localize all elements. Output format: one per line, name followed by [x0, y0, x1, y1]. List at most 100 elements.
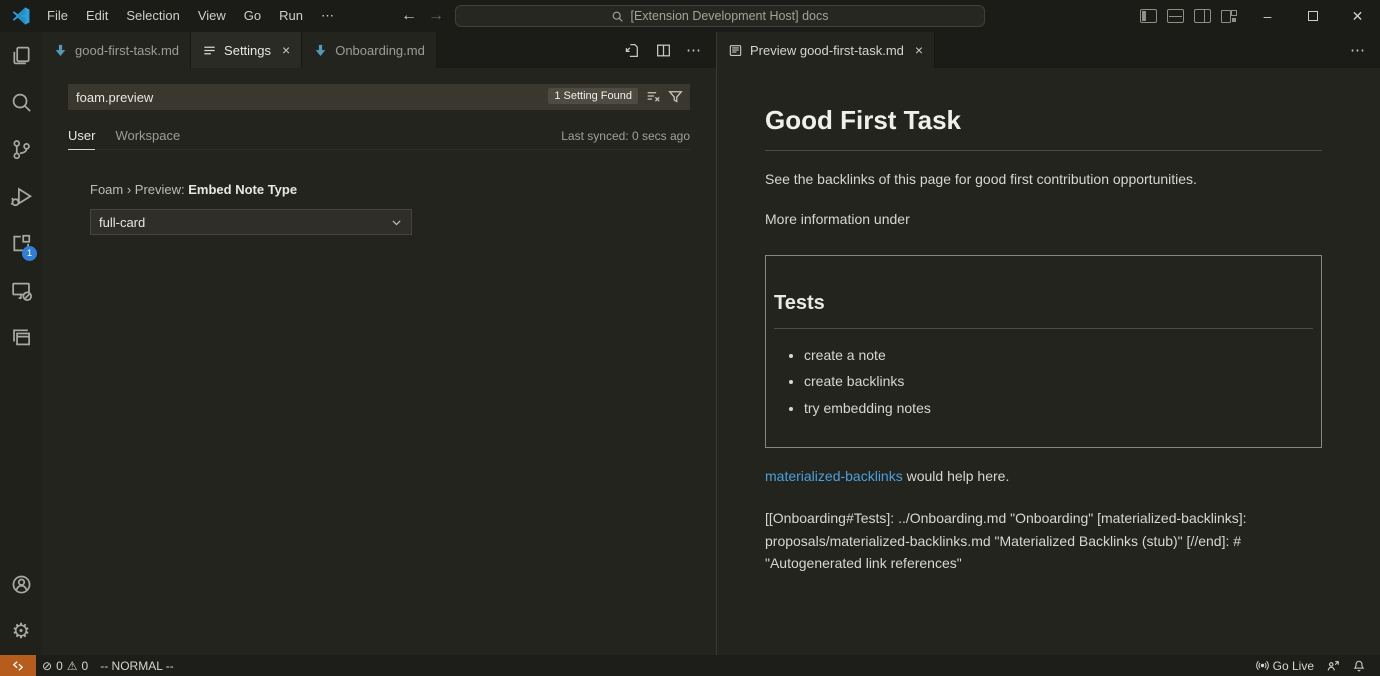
status-bar-right: Go Live — [1250, 655, 1380, 676]
command-center-label: [Extension Development Host] docs — [630, 9, 828, 23]
nav-forward-button[interactable]: → — [423, 0, 449, 32]
activity-bar: 1 ⚙ — [0, 32, 42, 655]
results-count-badge: 1 Setting Found — [548, 88, 638, 104]
tab-label: good-first-task.md — [75, 43, 179, 58]
link-suffix-text: would help here. — [903, 468, 1010, 484]
menu-edit[interactable]: Edit — [77, 0, 117, 32]
run-debug-icon[interactable] — [0, 173, 42, 220]
settings-editor: foam.preview 1 Setting Found User Worksp… — [42, 68, 716, 235]
list-item: try embedding notes — [804, 398, 1313, 420]
extensions-icon[interactable]: 1 — [0, 220, 42, 267]
editor-layouts-icon[interactable] — [0, 314, 42, 361]
search-sidebar-icon[interactable] — [0, 79, 42, 126]
tab-bar-right: Preview good-first-task.md × ⋯ — [717, 32, 1380, 68]
explorer-icon[interactable] — [0, 32, 42, 79]
tab-settings[interactable]: Settings × — [191, 32, 302, 68]
maximize-icon — [1308, 11, 1318, 21]
embedded-note-title: Tests — [774, 288, 1313, 329]
accounts-icon[interactable] — [0, 561, 42, 608]
settings-editor-icon — [202, 43, 217, 58]
paragraph: See the backlinks of this page for good … — [765, 169, 1322, 191]
layout-controls — [1140, 0, 1238, 32]
markdown-file-icon — [53, 43, 68, 58]
list-item: create backlinks — [804, 371, 1313, 393]
remote-indicator-button[interactable] — [0, 655, 36, 676]
open-settings-json-icon[interactable] — [624, 42, 641, 59]
remote-icon — [11, 659, 25, 673]
more-actions-button[interactable]: ⋯ — [686, 41, 702, 59]
tab-close-button[interactable]: × — [282, 42, 290, 58]
problems-status-button[interactable]: ⊘ 0 ⚠ 0 — [36, 655, 94, 676]
setting-name: Embed Note Type — [188, 182, 297, 197]
tab-label: Preview good-first-task.md — [750, 43, 904, 58]
settings-scope-tabs: User Workspace Last synced: 0 secs ago — [68, 124, 690, 150]
extensions-badge: 1 — [22, 246, 37, 261]
menu-selection[interactable]: Selection — [117, 0, 188, 32]
tab-preview[interactable]: Preview good-first-task.md × — [717, 32, 935, 68]
go-live-label: Go Live — [1273, 659, 1314, 673]
feedback-button[interactable] — [1320, 655, 1346, 676]
broadcast-icon — [1256, 659, 1269, 672]
embed-note-type-select[interactable]: full-card — [90, 209, 412, 235]
split-editor-icon[interactable] — [655, 42, 672, 59]
setting-label: Foam › Preview: Embed Note Type — [90, 182, 690, 197]
menu-run[interactable]: Run — [270, 0, 312, 32]
menu-file[interactable]: File — [38, 0, 77, 32]
editor-actions-left: ⋯ — [610, 32, 716, 68]
markdown-file-icon — [313, 43, 328, 58]
title-bar: File Edit Selection View Go Run ⋯ ← → [E… — [0, 0, 1380, 32]
notifications-button[interactable] — [1346, 655, 1372, 676]
markdown-preview: Good First Task See the backlinks of thi… — [717, 68, 1380, 575]
go-live-button[interactable]: Go Live — [1250, 655, 1320, 676]
command-center-search[interactable]: [Extension Development Host] docs — [455, 5, 985, 27]
source-control-icon[interactable] — [0, 126, 42, 173]
tab-close-button[interactable]: × — [915, 42, 923, 58]
scope-tab-workspace[interactable]: Workspace — [115, 128, 180, 149]
select-value: full-card — [99, 215, 145, 230]
minimize-button[interactable]: – — [1245, 0, 1290, 32]
error-count: 0 — [56, 659, 63, 673]
settings-search-value: foam.preview — [68, 90, 153, 105]
chevron-down-icon — [390, 216, 403, 229]
bell-icon — [1352, 659, 1366, 673]
menu-go[interactable]: Go — [235, 0, 270, 32]
filter-icon[interactable] — [667, 88, 684, 105]
customize-layout-icon[interactable] — [1221, 9, 1238, 23]
tab-onboarding[interactable]: Onboarding.md — [302, 32, 437, 68]
maximize-button[interactable] — [1290, 0, 1335, 32]
close-window-button[interactable]: ✕ — [1335, 0, 1380, 32]
embedded-note-list: create a note create backlinks try embed… — [774, 345, 1313, 420]
settings-gear-icon[interactable]: ⚙ — [0, 608, 42, 655]
warning-count: 0 — [82, 659, 89, 673]
editor-group-left: good-first-task.md Settings × Onboarding… — [42, 32, 717, 655]
list-item: create a note — [804, 345, 1313, 367]
paragraph: More information under — [765, 209, 1322, 231]
menu-view[interactable]: View — [189, 0, 235, 32]
materialized-backlinks-link[interactable]: materialized-backlinks — [765, 468, 903, 484]
clear-search-icon[interactable] — [645, 88, 662, 105]
vim-mode-status[interactable]: -- NORMAL -- — [94, 655, 180, 676]
page-title: Good First Task — [765, 100, 1322, 151]
status-bar: ⊘ 0 ⚠ 0 -- NORMAL -- Go Live — [0, 655, 1380, 676]
error-icon: ⊘ — [42, 659, 52, 673]
scope-tab-user[interactable]: User — [68, 128, 95, 150]
embedded-note-card: Tests create a note create backlinks try… — [765, 255, 1322, 448]
markdown-preview-icon — [728, 43, 743, 58]
menu-overflow-button[interactable]: ⋯ — [312, 8, 343, 24]
toggle-panel-icon[interactable] — [1167, 9, 1184, 23]
vscode-logo-icon — [12, 7, 30, 25]
tab-label: Settings — [224, 43, 271, 58]
toggle-secondary-sidebar-icon[interactable] — [1194, 9, 1211, 23]
toggle-sidebar-icon[interactable] — [1140, 9, 1157, 23]
settings-search-input[interactable]: foam.preview 1 Setting Found — [68, 84, 690, 110]
setting-category: Foam › Preview: — [90, 182, 188, 197]
nav-back-button[interactable]: ← — [396, 0, 422, 32]
vim-mode-label: -- NORMAL -- — [100, 659, 174, 673]
warning-icon: ⚠ — [67, 659, 78, 673]
search-icon — [611, 10, 624, 23]
tab-good-first-task[interactable]: good-first-task.md — [42, 32, 191, 68]
remote-explorer-icon[interactable] — [0, 267, 42, 314]
more-actions-button[interactable]: ⋯ — [1350, 41, 1366, 59]
setting-embed-note-type: Foam › Preview: Embed Note Type full-car… — [90, 182, 690, 235]
tab-label: Onboarding.md — [335, 43, 425, 58]
